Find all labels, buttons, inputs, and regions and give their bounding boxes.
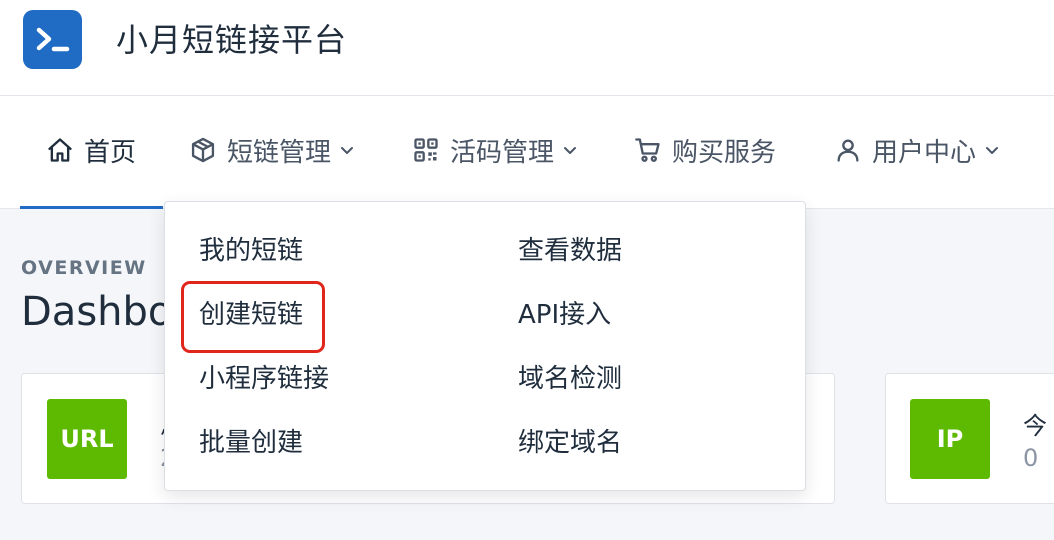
url-badge: URL — [47, 399, 127, 479]
chevron-down-icon — [341, 147, 354, 154]
nav-item-buy-service[interactable]: 购买服务 — [634, 130, 776, 170]
stat-card-ip: IP 今 0 — [885, 373, 1054, 504]
nav-item-label: 活码管理 — [450, 137, 555, 168]
nav-item-livecode-manage[interactable]: 活码管理 — [412, 130, 578, 170]
active-tab-indicator — [20, 206, 163, 209]
menu-item-bind-domain[interactable]: 绑定域名 — [518, 425, 622, 461]
app-logo[interactable] — [23, 10, 82, 69]
user-icon — [837, 139, 859, 162]
nav-item-shortlink-manage[interactable]: 短链管理 — [189, 130, 355, 170]
nav-item-label: 用户中心 — [872, 137, 977, 168]
terminal-prompt-icon — [36, 27, 70, 52]
shopping-cart-icon — [635, 138, 660, 162]
menu-item-view-data[interactable]: 查看数据 — [518, 233, 622, 269]
nav-item-user-center[interactable]: 用户中心 — [834, 130, 1000, 170]
nav-item-label: 购买服务 — [672, 137, 777, 168]
page-pretitle: OVERVIEW — [21, 257, 147, 279]
nav-item-label: 首页 — [84, 137, 137, 168]
chevron-down-icon — [986, 147, 999, 154]
nav-item-home[interactable]: 首页 — [46, 130, 136, 170]
stat-card-value: 0 — [1023, 444, 1039, 472]
menu-item-domain-check[interactable]: 域名检测 — [518, 361, 622, 397]
top-header: 小月短链接平台 — [0, 0, 1054, 96]
chevron-down-icon — [564, 147, 577, 154]
menu-item-api-access[interactable]: API接入 — [518, 297, 611, 333]
package-box-icon — [191, 137, 215, 163]
menu-item-miniprogram-link[interactable]: 小程序链接 — [199, 361, 329, 397]
menu-item-batch-create[interactable]: 批量创建 — [199, 425, 303, 461]
qrcode-icon — [414, 138, 438, 162]
main-navbar: 首页 短链管理 活码管理 购买服务 用户中心 — [0, 96, 1054, 209]
nav-item-label: 短链管理 — [227, 137, 332, 168]
ip-badge: IP — [910, 399, 990, 479]
annotation-highlight-box — [181, 281, 325, 353]
home-icon — [48, 138, 72, 162]
brand-title[interactable]: 小月短链接平台 — [116, 18, 347, 62]
menu-item-my-shortlinks[interactable]: 我的短链 — [199, 233, 303, 269]
stat-card-title: 今 — [1023, 412, 1047, 440]
